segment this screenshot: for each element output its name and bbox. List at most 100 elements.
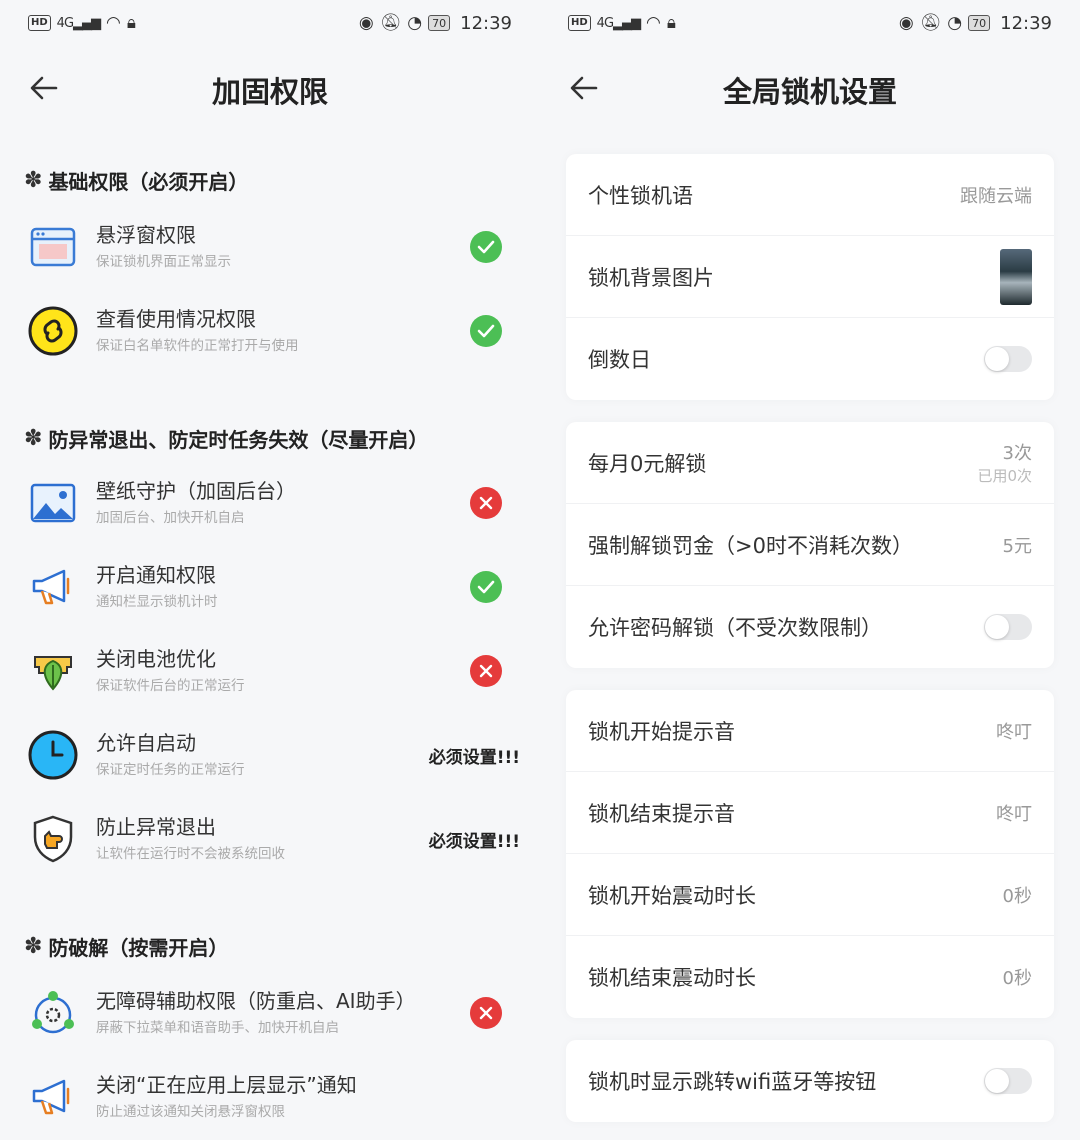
- settings-card-sound: 锁机开始提示音 咚叮 锁机结束提示音 咚叮 锁机开始震动时长 0秒 锁机结束震动…: [566, 690, 1054, 1018]
- cross-icon: [470, 487, 502, 519]
- eye-icon: ◉: [898, 13, 914, 33]
- settings-card-general: 个性锁机语 跟随云端 锁机背景图片 倒数日: [566, 154, 1054, 400]
- perm-name: 防止异常退出: [96, 815, 216, 839]
- setting-label: 锁机背景图片: [588, 265, 714, 290]
- setting-show-jump-buttons[interactable]: 锁机时显示跳转wifi蓝牙等按钮: [566, 1040, 1054, 1122]
- setting-value: 跟随云端: [960, 185, 1032, 207]
- signal-icon: 4G▂▄▆: [56, 15, 101, 31]
- window-icon: [26, 220, 80, 274]
- setting-end-sound[interactable]: 锁机结束提示音 咚叮: [566, 772, 1054, 854]
- must-set-label: 必须设置!!!: [428, 831, 520, 852]
- setting-lock-background[interactable]: 锁机背景图片: [566, 236, 1054, 318]
- setting-label: 锁机开始提示音: [588, 719, 735, 744]
- settings-card-unlock: 每月0元解锁 3次 已用0次 强制解锁罚金（>0时不消耗次数） 5元 允许密码解…: [566, 422, 1054, 668]
- perm-item-notification[interactable]: 开启通知权限 通知栏显示锁机计时: [26, 552, 520, 622]
- header: 全局锁机设置: [540, 60, 1080, 120]
- setting-subvalue: 已用0次: [977, 467, 1032, 485]
- section-title-text: 防破解（按需开启）: [48, 936, 229, 960]
- flower-icon: ✽: [24, 168, 43, 193]
- check-icon: [470, 571, 502, 603]
- perm-name: 开启通知权限: [96, 563, 216, 587]
- setting-value: 5元: [1002, 535, 1032, 557]
- setting-value: 0秒: [1002, 968, 1032, 989]
- setting-value: 0秒: [1002, 885, 1032, 907]
- setting-value: 3次: [1002, 443, 1032, 464]
- setting-countdown-day[interactable]: 倒数日: [566, 318, 1054, 400]
- setting-end-vibration[interactable]: 锁机结束震动时长 0秒: [566, 936, 1054, 1018]
- wifi-icon: ◠: [106, 13, 121, 33]
- section-title-anti-crack: ✽ 防破解（按需开启）: [24, 932, 228, 961]
- signal-icon: 4G▂▄▆: [596, 15, 641, 31]
- shield-hand-icon: [26, 812, 80, 866]
- must-set-label: 必须设置!!!: [428, 747, 520, 768]
- back-arrow-icon[interactable]: [28, 72, 60, 104]
- cross-icon: [470, 997, 502, 1029]
- perm-desc: 防止通过该通知关闭悬浮窗权限: [96, 1104, 285, 1120]
- lock-icon: 🔒︎: [126, 13, 136, 33]
- setting-label: 锁机结束震动时长: [588, 966, 756, 990]
- setting-label: 锁机结束提示音: [588, 801, 735, 826]
- perm-item-overlay-notification[interactable]: 关闭“正在应用上层显示”通知 防止通过该通知关闭悬浮窗权限: [26, 1062, 520, 1132]
- setting-label: 锁机开始震动时长: [588, 883, 756, 908]
- battery-icon: 70: [428, 15, 451, 31]
- background-thumbnail[interactable]: [1000, 248, 1032, 305]
- mute-bell-icon: 🔕︎: [919, 13, 942, 33]
- perm-item-overlay[interactable]: 悬浮窗权限 保证锁机界面正常显示: [26, 212, 520, 282]
- password-unlock-toggle[interactable]: [984, 614, 1032, 640]
- perm-name: 壁纸守护（加固后台）: [96, 479, 296, 503]
- setting-label: 个性锁机语: [588, 183, 693, 208]
- section-title-anti-exit: ✽ 防异常退出、防定时任务失效（尽量开启）: [24, 424, 428, 453]
- perm-desc: 保证锁机界面正常显示: [96, 254, 231, 270]
- status-bar: HD 4G▂▄▆ ◠ 🔒︎ ◉ 🔕︎ ◔ 70 12:39: [568, 10, 1052, 36]
- accessibility-gear-icon: [26, 986, 80, 1040]
- section-title-basic: ✽ 基础权限（必须开启）: [24, 166, 248, 195]
- page-title: 全局锁机设置: [722, 75, 897, 109]
- check-icon: [470, 231, 502, 263]
- countdown-toggle[interactable]: [984, 346, 1032, 372]
- flower-icon: ✽: [24, 934, 43, 959]
- setting-monthly-free-unlock[interactable]: 每月0元解锁 3次 已用0次: [566, 422, 1054, 504]
- setting-label: 锁机时显示跳转wifi蓝牙等按钮: [588, 1070, 877, 1094]
- setting-start-sound[interactable]: 锁机开始提示音 咚叮: [566, 690, 1054, 772]
- speed-icon: ◔: [947, 13, 963, 33]
- perm-item-prevent-exit[interactable]: 防止异常退出 让软件在运行时不会被系统回收 必须设置!!!: [26, 804, 520, 874]
- setting-password-unlock[interactable]: 允许密码解锁（不受次数限制）: [566, 586, 1054, 668]
- clock-time: 12:39: [460, 12, 512, 34]
- setting-label: 允许密码解锁（不受次数限制）: [588, 616, 882, 640]
- status-bar: HD 4G▂▄▆ ◠ 🔒︎ ◉ 🔕︎ ◔ 70 12:39: [28, 10, 512, 36]
- setting-label: 每月0元解锁: [588, 451, 707, 476]
- setting-start-vibration[interactable]: 锁机开始震动时长 0秒: [566, 854, 1054, 936]
- hd-icon: HD: [568, 15, 591, 31]
- speed-icon: ◔: [407, 13, 423, 33]
- link-icon: [26, 304, 80, 358]
- setting-label: 强制解锁罚金（>0时不消耗次数）: [588, 533, 913, 558]
- section-title-text: 防异常退出、防定时任务失效（尽量开启）: [48, 428, 429, 452]
- perm-item-battery[interactable]: 关闭电池优化 保证软件后台的正常运行: [26, 636, 520, 706]
- leaf-battery-icon: [26, 644, 80, 698]
- perm-item-wallpaper[interactable]: 壁纸守护（加固后台） 加固后台、加快开机自启: [26, 468, 520, 538]
- perm-item-autostart[interactable]: 允许自启动 保证定时任务的正常运行 必须设置!!!: [26, 720, 520, 790]
- mute-bell-icon: 🔕︎: [379, 13, 402, 33]
- perm-item-usage[interactable]: 查看使用情况权限 保证白名单软件的正常打开与使用: [26, 296, 520, 366]
- permissions-screen: HD 4G▂▄▆ ◠ 🔒︎ ◉ 🔕︎ ◔ 70 12:39 加固权限 ✽ 基础权…: [0, 0, 540, 1140]
- perm-desc: 通知栏显示锁机计时: [96, 594, 218, 610]
- perm-item-accessibility[interactable]: 无障碍辅助权限（防重启、AI助手） 屏蔽下拉菜单和语音助手、加快开机自启: [26, 978, 520, 1048]
- setting-lock-message[interactable]: 个性锁机语 跟随云端: [566, 154, 1054, 236]
- perm-name: 关闭电池优化: [96, 647, 216, 671]
- perm-name: 允许自启动: [96, 731, 196, 755]
- megaphone-icon: [26, 560, 80, 614]
- perm-name: 关闭“正在应用上层显示”通知: [96, 1073, 357, 1097]
- setting-force-unlock-fine[interactable]: 强制解锁罚金（>0时不消耗次数） 5元: [566, 504, 1054, 586]
- check-icon: [470, 315, 502, 347]
- perm-desc: 保证白名单软件的正常打开与使用: [96, 338, 299, 354]
- settings-card-buttons: 锁机时显示跳转wifi蓝牙等按钮: [566, 1040, 1054, 1122]
- jump-buttons-toggle[interactable]: [984, 1068, 1032, 1094]
- megaphone-icon: [26, 1070, 80, 1124]
- perm-desc: 保证软件后台的正常运行: [96, 678, 245, 694]
- back-arrow-icon[interactable]: [568, 72, 600, 104]
- header: 加固权限: [0, 60, 540, 120]
- setting-value: 咚叮: [996, 721, 1032, 743]
- perm-name: 查看使用情况权限: [96, 307, 256, 331]
- hd-icon: HD: [28, 15, 51, 31]
- battery-icon: 70: [968, 15, 991, 31]
